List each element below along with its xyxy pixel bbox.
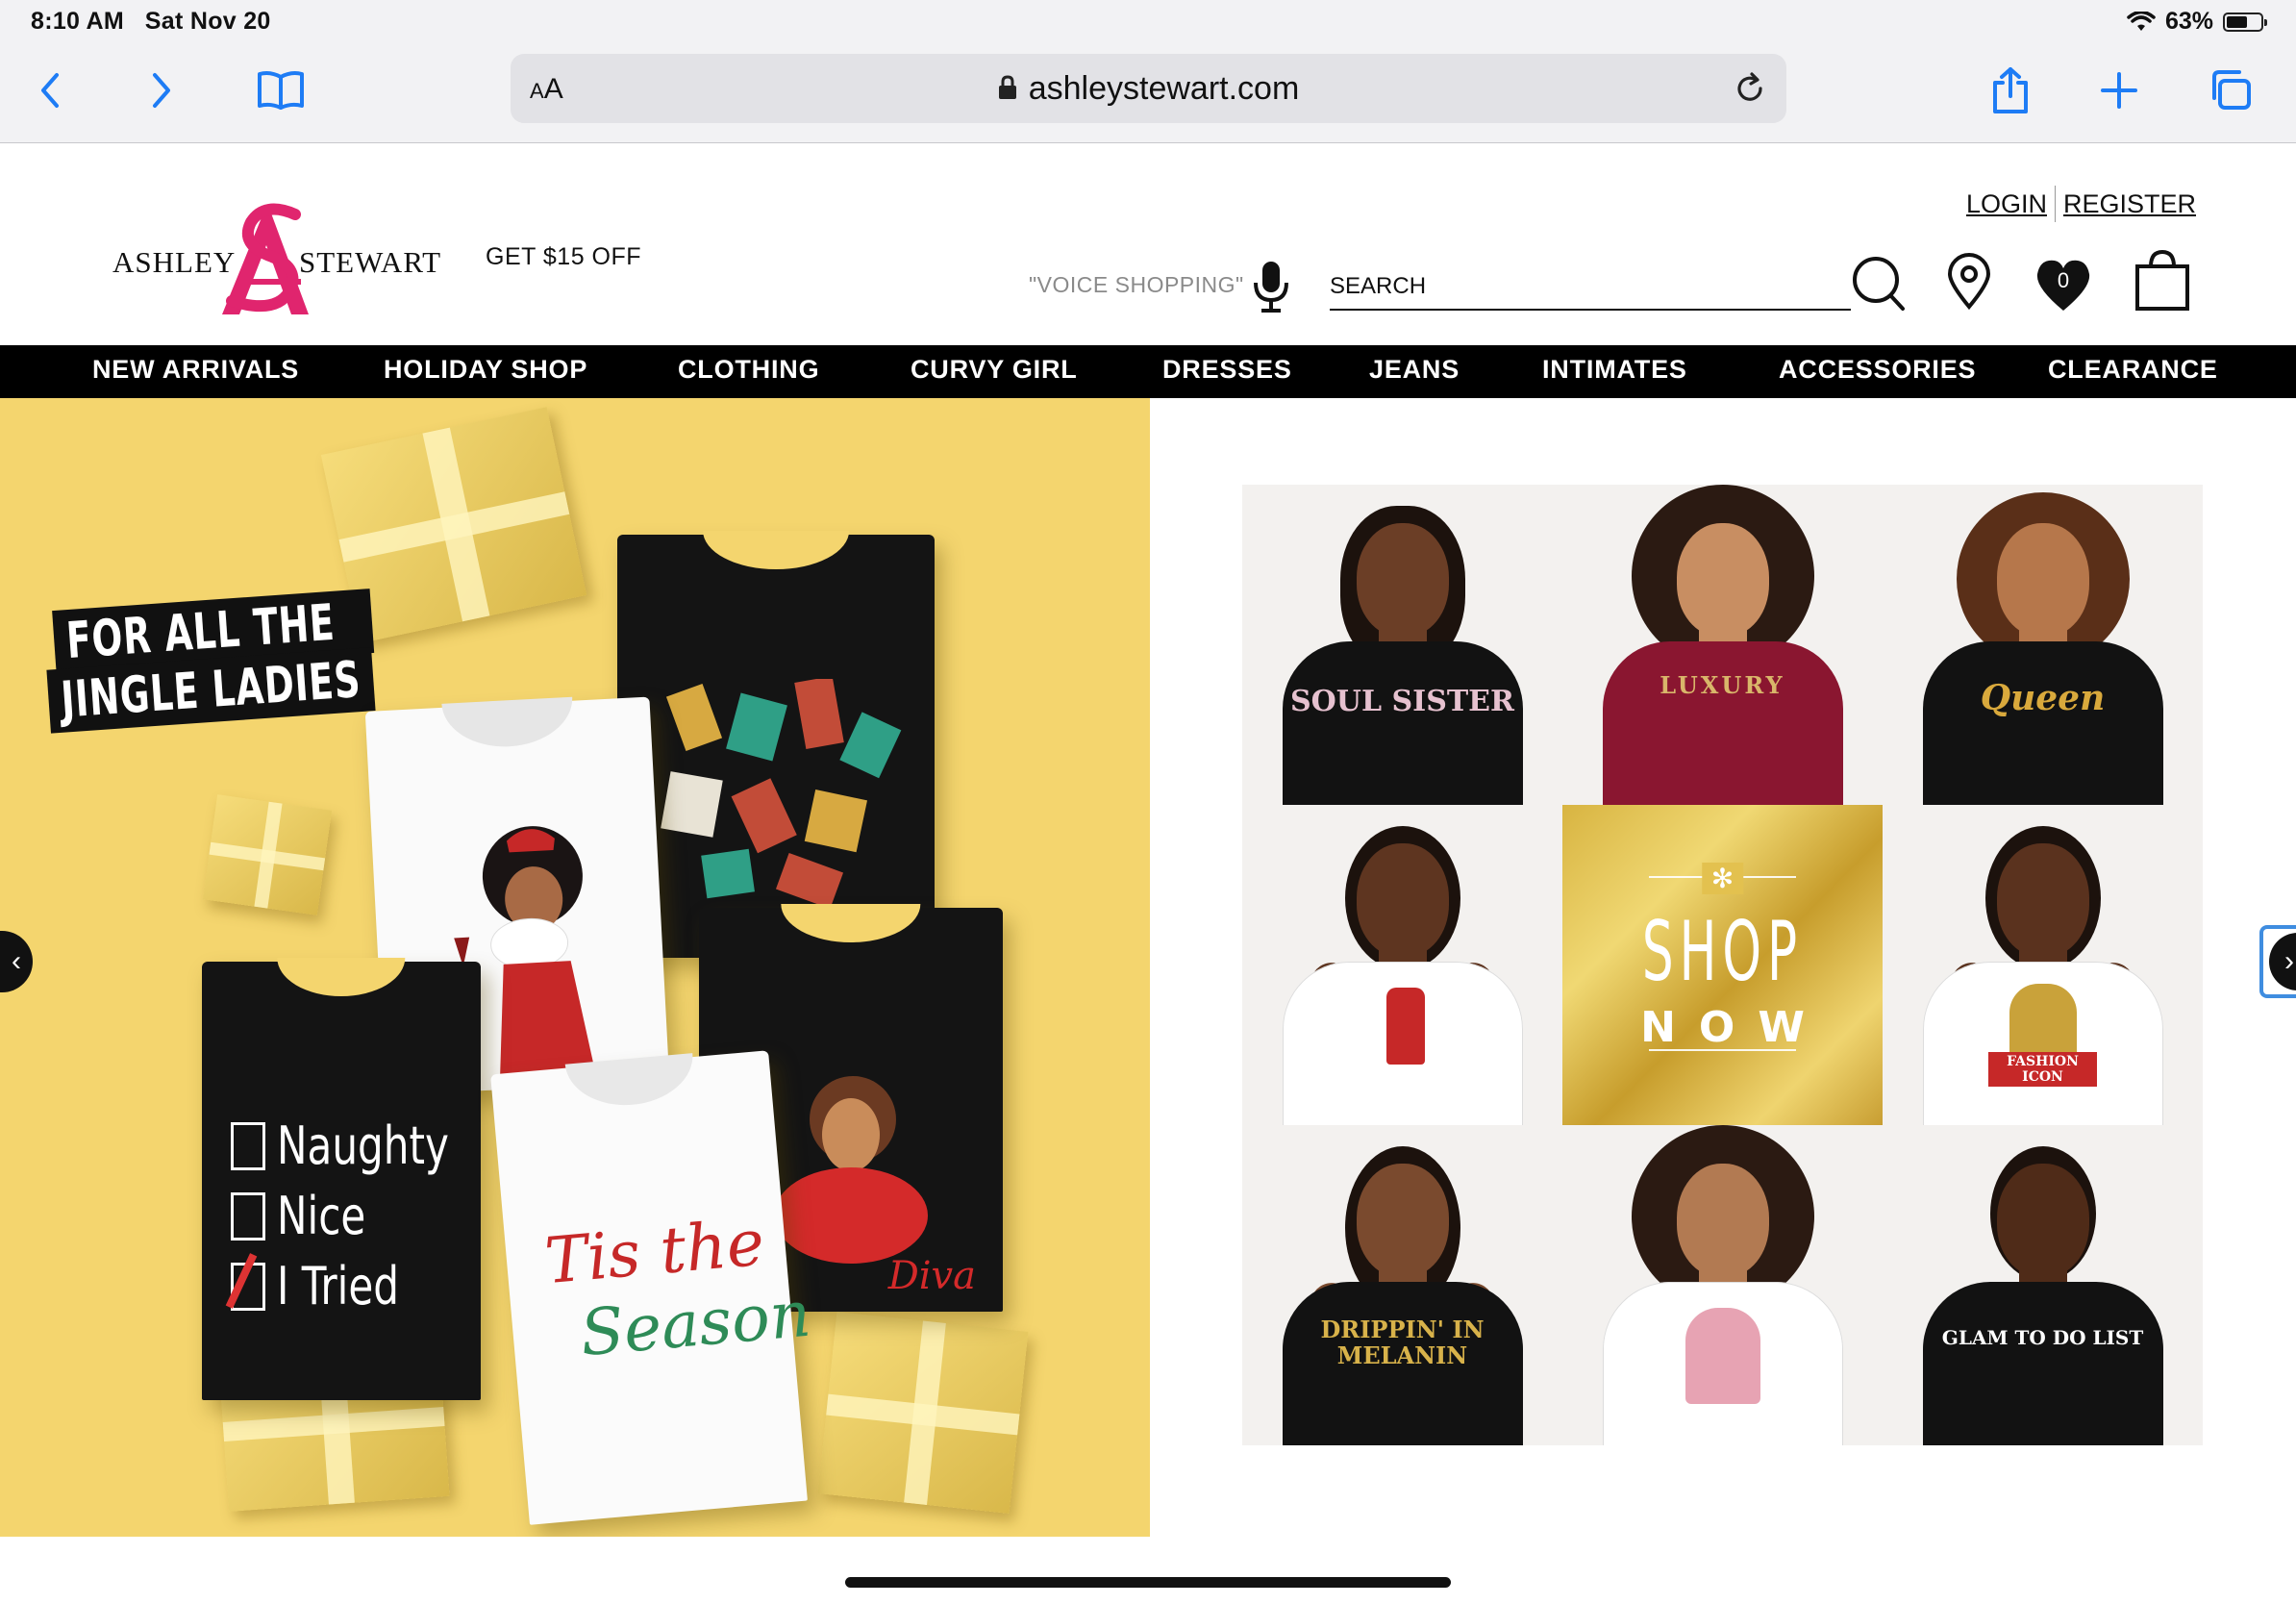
- model-tile-soul-sister[interactable]: SOUL SISTER: [1242, 485, 1562, 805]
- diva-text: Diva: [887, 1254, 976, 1298]
- battery-icon: [2223, 12, 2267, 32]
- url-text: ashleystewart.com: [1028, 70, 1300, 107]
- location-pin-icon[interactable]: [1946, 253, 1992, 311]
- site-header: ASHLEY STEWART GET $15 OFF LOGIN REGISTE…: [0, 143, 2296, 345]
- login-link[interactable]: LOGIN: [1966, 189, 2047, 219]
- model-tile-queen[interactable]: Queen: [1883, 485, 2203, 805]
- promo-link[interactable]: GET $15 OFF: [486, 243, 641, 271]
- search-icon[interactable]: [1851, 255, 1907, 313]
- share-icon[interactable]: [1982, 62, 2039, 119]
- status-time: 8:10 AM Sat Nov 20: [31, 8, 271, 36]
- shop-now-text: SHOP NOW: [1562, 911, 1883, 1052]
- nav-clothing[interactable]: CLOTHING: [678, 355, 819, 385]
- wishlist-count: 0: [2057, 268, 2070, 292]
- tee-print-fashion-icon: FASHION ICON: [1988, 1052, 2097, 1087]
- tee-tis-the-season: Tis the Season: [490, 1050, 813, 1525]
- new-tab-icon[interactable]: [2090, 62, 2148, 119]
- voice-shopping-label[interactable]: "VOICE SHOPPING": [1029, 272, 1244, 298]
- back-icon[interactable]: [21, 62, 79, 119]
- nav-accessories[interactable]: ACCESSORIES: [1779, 355, 1976, 385]
- tee-naughty-nice: Naughty Nice I Tried: [202, 958, 481, 1400]
- gift-box-image: [202, 794, 333, 915]
- logo-text-stewart: STEWART: [299, 245, 442, 279]
- tee-print-luxury: LUXURY: [1660, 671, 1785, 699]
- snowflake-icon: ✻: [1701, 863, 1744, 894]
- tee-holiday-letters: [617, 531, 935, 958]
- checklist-i-tried: I Tried: [277, 1256, 400, 1316]
- site-logo[interactable]: ASHLEY STEWART: [111, 201, 442, 318]
- checklist-row: Nice: [231, 1186, 497, 1246]
- tee-print-soul-sister: SOUL SISTER: [1290, 685, 1514, 718]
- checklist-graphic: Naughty Nice I Tried: [225, 1115, 497, 1316]
- nav-curvy-girl[interactable]: CURVY GIRL: [911, 355, 1078, 385]
- model-tile-luxury[interactable]: LUXURY: [1562, 485, 1883, 805]
- tee-print-queen: Queen: [1980, 678, 2106, 718]
- diva-graphic: [776, 1076, 928, 1264]
- tee-graphic-glasses-girl: [1685, 1308, 1760, 1404]
- nav-jeans[interactable]: JEANS: [1369, 355, 1460, 385]
- shop-now-line1: SHOP: [1641, 904, 1804, 1000]
- status-indicators: 63%: [2127, 8, 2267, 36]
- wifi-icon: [2127, 11, 2156, 31]
- gift-box-image: [817, 1312, 1029, 1514]
- chevron-right-icon: ›: [2269, 933, 2296, 990]
- status-clock: 8:10 AM: [31, 8, 125, 35]
- shop-now-tile[interactable]: ✻ SHOP NOW: [1562, 805, 1883, 1125]
- checklist-row: I Tried: [225, 1252, 497, 1316]
- model-tile-glam-list[interactable]: GLAM TO DO LIST: [1883, 1125, 2203, 1445]
- model-tile-fashion-icon[interactable]: FASHION ICON: [1883, 805, 2203, 1125]
- bookmarks-icon[interactable]: [252, 62, 310, 119]
- nav-new-arrivals[interactable]: NEW ARRIVALS: [92, 355, 299, 385]
- home-indicator[interactable]: [845, 1577, 1451, 1588]
- tabs-icon[interactable]: [2202, 62, 2259, 119]
- shopping-bag-icon[interactable]: [2134, 249, 2191, 313]
- lock-icon: [998, 75, 1016, 100]
- tee-print-melanin: DRIPPIN' IN MELANIN: [1320, 1316, 1485, 1369]
- status-date: Sat Nov 20: [144, 8, 271, 35]
- nav-dresses[interactable]: DRESSES: [1162, 355, 1292, 385]
- tee-graphic-lady: [1386, 988, 1425, 1065]
- checklist-nice: Nice: [277, 1186, 366, 1246]
- nav-holiday-shop[interactable]: HOLIDAY SHOP: [384, 355, 587, 385]
- address-bar[interactable]: AA ashleystewart.com: [511, 54, 1786, 123]
- model-tile-melanin[interactable]: DRIPPIN' IN MELANIN: [1242, 1125, 1562, 1445]
- reload-icon[interactable]: [1731, 69, 1769, 108]
- model-grid: SOUL SISTER LUXURY Queen ✻ SHOP NOW FASH…: [1242, 485, 2204, 1446]
- tee-print-glam-list: GLAM TO DO LIST: [1941, 1326, 2144, 1349]
- wishlist-button[interactable]: 0: [2034, 257, 2093, 314]
- model-tile-glasses-girl[interactable]: [1562, 1125, 1883, 1445]
- url-display[interactable]: ashleystewart.com: [511, 70, 1786, 108]
- carousel-next-arrow[interactable]: ›: [2259, 925, 2296, 998]
- browser-toolbar: AA ashleystewart.com: [0, 44, 2296, 143]
- forward-icon[interactable]: [133, 62, 190, 119]
- register-link[interactable]: REGISTER: [2063, 189, 2196, 219]
- mic-icon[interactable]: [1252, 260, 1290, 313]
- account-divider: [2054, 186, 2056, 222]
- checklist-naughty: Naughty: [277, 1115, 449, 1176]
- divider-line: [1649, 1049, 1796, 1051]
- hero-banner-jingle-ladies[interactable]: FOR ALL THE JINGLE LADIES Naughty Nice I…: [0, 398, 1150, 1537]
- checklist-row: Naughty: [231, 1115, 497, 1176]
- battery-percent: 63%: [2164, 8, 2213, 35]
- sequin-letters-graphic: [661, 679, 902, 910]
- model-tile-wine-lady-tee[interactable]: [1242, 805, 1562, 1125]
- nav-clearance[interactable]: CLEARANCE: [2048, 355, 2218, 385]
- category-nav: NEW ARRIVALS HOLIDAY SHOP CLOTHING CURVY…: [0, 345, 2296, 398]
- status-bar: 8:10 AM Sat Nov 20 63%: [0, 0, 2296, 44]
- search-input[interactable]: [1330, 264, 1851, 311]
- shop-now-line2: NOW: [1640, 1003, 1828, 1052]
- nav-intimates[interactable]: INTIMATES: [1542, 355, 1687, 385]
- hero-banner-model-grid[interactable]: SOUL SISTER LUXURY Queen ✻ SHOP NOW FASH…: [1150, 398, 2296, 1537]
- account-links: LOGIN REGISTER: [1966, 186, 2196, 222]
